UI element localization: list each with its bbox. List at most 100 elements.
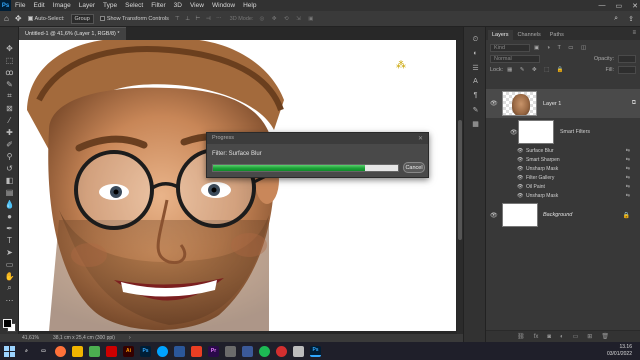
lock-icon[interactable]: 🔒 — [623, 212, 630, 219]
filter-options-icon[interactable]: ⇆ — [626, 166, 630, 172]
brushes-icon[interactable]: ✎ — [471, 105, 480, 114]
smart-filters-row[interactable]: 👁 Smart Filters — [486, 120, 640, 144]
gradient-tool-icon[interactable]: ▤ — [3, 186, 16, 198]
premiere-icon[interactable]: Pr — [208, 345, 219, 357]
store-icon[interactable] — [89, 345, 100, 357]
move-tool-icon[interactable]: ✥ — [15, 14, 22, 23]
eraser-tool-icon[interactable]: ◧ — [3, 174, 16, 186]
app-icon[interactable] — [242, 345, 253, 357]
marquee-tool-icon[interactable]: ⬚ — [3, 54, 16, 66]
adjustments-icon[interactable]: ◐ — [471, 49, 480, 58]
home-icon[interactable]: ⌂ — [4, 14, 9, 23]
app-icon[interactable] — [106, 345, 117, 357]
filter-options-icon[interactable]: ⇆ — [626, 157, 630, 163]
menu-help[interactable]: Help — [239, 2, 260, 9]
quick-select-tool-icon[interactable]: ✎ — [3, 78, 16, 90]
firefox-icon[interactable] — [55, 345, 66, 357]
start-button[interactable] — [4, 345, 15, 357]
photoshop-logo[interactable]: Ps — [0, 0, 11, 11]
word-icon[interactable] — [174, 345, 185, 357]
hand-tool-icon[interactable]: ✋ — [3, 270, 16, 282]
character-icon[interactable]: A — [471, 77, 480, 86]
filter-row[interactable]: 👁 Filter Gallery ⇆ — [486, 173, 640, 182]
tab-layers[interactable]: Layers — [488, 30, 513, 40]
align-icons[interactable]: ⊤ ⊥ ⊢ ⊣ ⋯ — [175, 16, 224, 22]
dodge-tool-icon[interactable]: ● — [3, 210, 16, 222]
opera-icon[interactable] — [276, 345, 287, 357]
shape-tool-icon[interactable]: ▭ — [3, 258, 16, 270]
move-tool-icon[interactable]: ✥ — [3, 42, 16, 54]
filter-icons[interactable]: ▣ ◑ T ▭ ◫ — [534, 45, 589, 51]
filter-options-icon[interactable]: ⇆ — [626, 148, 630, 154]
system-clock[interactable]: 13.16 03/01/2022 — [607, 344, 632, 358]
visibility-eye-icon[interactable]: 👁 — [490, 212, 498, 219]
panel-menu-icon[interactable]: ≡ — [632, 30, 636, 36]
menu-window[interactable]: Window — [208, 2, 239, 9]
app-icon[interactable] — [293, 345, 304, 357]
menu-view[interactable]: View — [186, 2, 208, 9]
path-select-icon[interactable]: ➤ — [3, 246, 16, 258]
3d-mode-icons[interactable]: ◎ ✥ ⟲ ⇲ ▣ — [260, 16, 317, 22]
crop-tool-icon[interactable]: ⌗ — [3, 90, 16, 102]
healing-brush-icon[interactable]: ✚ — [3, 126, 16, 138]
filter-eye-icon[interactable]: 👁 — [517, 193, 523, 199]
lasso-tool-icon[interactable]: ꝏ — [3, 66, 16, 78]
tab-channels[interactable]: Channels — [514, 30, 545, 40]
document-canvas[interactable]: ⁂ — [19, 40, 456, 331]
filter-eye-icon[interactable]: 👁 — [517, 148, 523, 154]
task-view-icon[interactable]: ▭ — [38, 346, 49, 357]
filter-eye-icon[interactable]: 👁 — [517, 175, 523, 181]
group-icon[interactable]: ▭ — [573, 333, 579, 340]
menu-type[interactable]: Type — [99, 2, 121, 9]
menu-select[interactable]: Select — [121, 2, 147, 9]
blur-tool-icon[interactable]: 💧 — [3, 198, 16, 210]
mask-icon[interactable]: ◙ — [547, 334, 551, 340]
edge-icon[interactable] — [157, 345, 168, 357]
menu-filter[interactable]: Filter — [147, 2, 169, 9]
document-tab[interactable]: Untitled-1 @ 41,6% (Layer 1, RGB/8) * — [19, 27, 126, 40]
filter-eye-icon[interactable]: 👁 — [517, 184, 523, 190]
eyedropper-tool-icon[interactable]: ⁄ — [3, 114, 16, 126]
close-button[interactable]: ✕ — [632, 2, 638, 10]
search-icon[interactable]: ⌕ — [21, 346, 32, 357]
brush-tool-icon[interactable]: ✐ — [3, 138, 16, 150]
foreground-color-swatch[interactable] — [3, 319, 12, 328]
new-layer-icon[interactable]: ⊞ — [587, 333, 592, 340]
illustrator-icon[interactable]: Ai — [123, 345, 134, 357]
stamp-tool-icon[interactable]: ⚲ — [3, 150, 16, 162]
filter-options-icon[interactable]: ⇆ — [626, 193, 630, 199]
youtube-icon[interactable] — [191, 345, 202, 357]
photoshop-taskbar-icon[interactable]: Ps — [140, 345, 151, 357]
history-brush-icon[interactable]: ↺ — [3, 162, 16, 174]
paragraph-icon[interactable]: ¶ — [471, 91, 480, 100]
adjustment-layer-icon[interactable]: ◐ — [560, 334, 564, 340]
fx-icon[interactable]: fx — [534, 334, 539, 340]
app-icon[interactable] — [259, 345, 270, 357]
layer1-name[interactable]: Layer 1 — [543, 101, 561, 107]
trash-icon[interactable]: 🗑 — [601, 333, 609, 340]
history-icon[interactable]: ⏲ — [471, 35, 480, 44]
filter-row[interactable]: 👁 Unsharp Mask ⇆ — [486, 191, 640, 200]
filter-row[interactable]: 👁 Smart Sharpen ⇆ — [486, 155, 640, 164]
filter-options-icon[interactable]: ⇆ — [626, 175, 630, 181]
app-icon[interactable] — [225, 345, 236, 357]
zoom-tool-icon[interactable]: ⌕ — [3, 282, 16, 294]
smart-filter-mask-thumbnail[interactable] — [518, 120, 554, 144]
auto-select-dropdown[interactable]: Group — [70, 13, 94, 24]
link-icon[interactable]: ⛓ — [517, 333, 525, 340]
photoshop-active-icon[interactable]: Ps — [310, 345, 321, 357]
filter-row[interactable]: 👁 Oil Paint ⇆ — [486, 182, 640, 191]
chevron-right-icon[interactable]: › — [129, 335, 131, 341]
opacity-field[interactable] — [618, 54, 636, 63]
layer-row-layer1[interactable]: 👁 Layer 1 ⧉ — [486, 89, 640, 118]
background-layer-name[interactable]: Background — [543, 212, 572, 218]
lock-icons[interactable]: ▦ ✎ ✥ ⬚ 🔒 — [507, 67, 567, 73]
auto-select-checkbox[interactable]: Auto-Select: — [27, 16, 65, 22]
smart-filters-eye-icon[interactable]: 👁 — [510, 129, 518, 136]
layer-row-background[interactable]: 👁 Background 🔒 — [486, 202, 640, 228]
show-transform-checkbox[interactable]: Show Transform Controls — [99, 16, 169, 22]
frame-tool-icon[interactable]: ⊠ — [3, 102, 16, 114]
fill-field[interactable] — [618, 65, 636, 74]
type-tool-icon[interactable]: T — [3, 234, 16, 246]
filter-options-icon[interactable]: ⇆ — [626, 184, 630, 190]
